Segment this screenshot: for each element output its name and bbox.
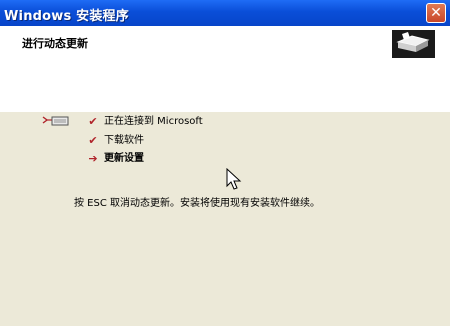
escape-note: 按 ESC 取消动态更新。安装将使用现有安装软件继续。 bbox=[74, 198, 321, 209]
mouse-cursor-icon bbox=[226, 168, 242, 190]
step-label: 更新设置 bbox=[104, 153, 144, 164]
wizard-body: ✔ 正在连接到 Microsoft ✔ 下载软件 ➔ 更新设置 按 ESC 取消… bbox=[0, 112, 450, 326]
network-connect-icon bbox=[42, 116, 69, 126]
title-bar: Windows 安装程序 ✕ bbox=[0, 0, 450, 26]
check-icon: ✔ bbox=[88, 115, 98, 128]
close-icon: ✕ bbox=[430, 5, 442, 21]
blank-region bbox=[0, 58, 450, 112]
setup-logo-icon bbox=[392, 30, 435, 58]
step-label: 下载软件 bbox=[104, 135, 144, 146]
window-title: Windows 安装程序 bbox=[4, 9, 129, 24]
check-icon: ✔ bbox=[88, 134, 98, 147]
close-button[interactable]: ✕ bbox=[426, 3, 446, 23]
wizard-header: 进行动态更新 bbox=[0, 26, 450, 58]
page-title: 进行动态更新 bbox=[22, 37, 88, 50]
step-label: 正在连接到 Microsoft bbox=[104, 116, 203, 127]
arrow-right-icon: ➔ bbox=[88, 152, 98, 165]
